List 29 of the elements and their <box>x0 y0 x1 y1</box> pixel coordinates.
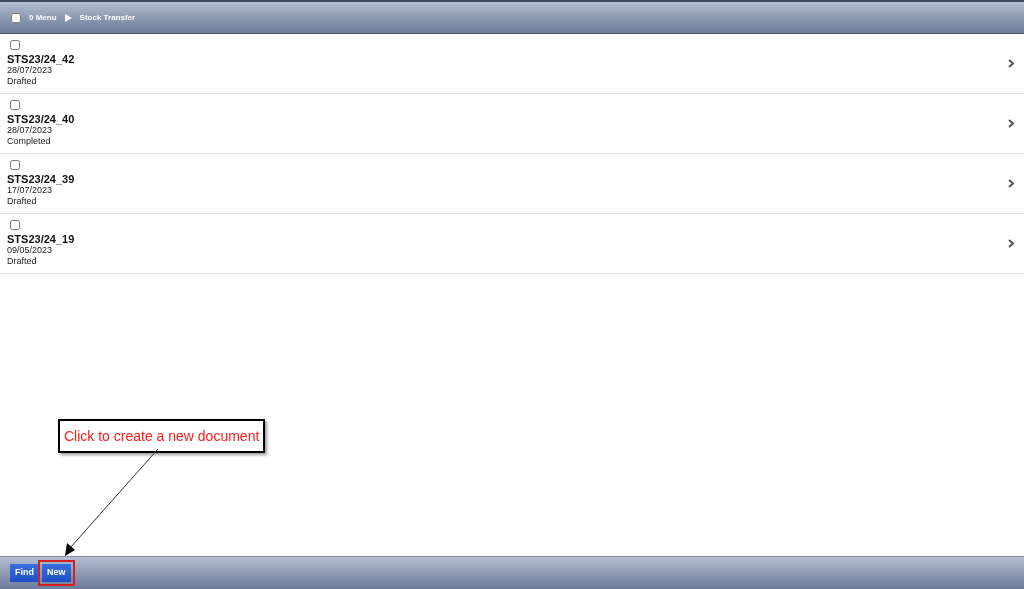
document-status: Drafted <box>7 76 38 87</box>
chevron-right-icon <box>1008 59 1014 68</box>
document-date: 09/05/2023 <box>7 245 54 256</box>
list-item[interactable]: STS23/24_39 17/07/2023 Drafted <box>0 154 1024 214</box>
chevron-right-icon <box>1008 119 1014 128</box>
chevron-right-icon <box>1008 179 1014 188</box>
document-number: STS23/24_39 <box>7 173 76 185</box>
callout-box: Click to create a new document <box>58 419 266 453</box>
row-checkbox[interactable] <box>10 220 20 230</box>
select-all-checkbox[interactable] <box>11 12 21 23</box>
document-status: Completed <box>7 136 52 147</box>
play-icon <box>64 13 72 22</box>
list-item[interactable]: STS23/24_42 28/07/2023 Drafted <box>0 34 1024 94</box>
row-checkbox[interactable] <box>10 40 20 50</box>
document-number: STS23/24_42 <box>7 53 76 65</box>
toolbar-button[interactable]: Find <box>10 564 39 582</box>
document-date: 28/07/2023 <box>7 65 54 76</box>
chevron-right-icon <box>1008 239 1014 248</box>
breadcrumb-title: Stock Transfer <box>79 11 136 24</box>
document-number: STS23/24_40 <box>7 113 76 125</box>
document-number: STS23/24_19 <box>7 233 76 245</box>
document-date: 28/07/2023 <box>7 125 54 136</box>
list-item[interactable]: STS23/24_40 28/07/2023 Completed <box>0 94 1024 154</box>
document-status: Drafted <box>7 256 38 267</box>
document-status: Drafted <box>7 196 38 207</box>
document-date: 17/07/2023 <box>7 185 54 196</box>
row-checkbox[interactable] <box>10 100 20 110</box>
row-checkbox[interactable] <box>10 160 20 170</box>
list-item[interactable]: STS23/24_19 09/05/2023 Drafted <box>0 214 1024 274</box>
